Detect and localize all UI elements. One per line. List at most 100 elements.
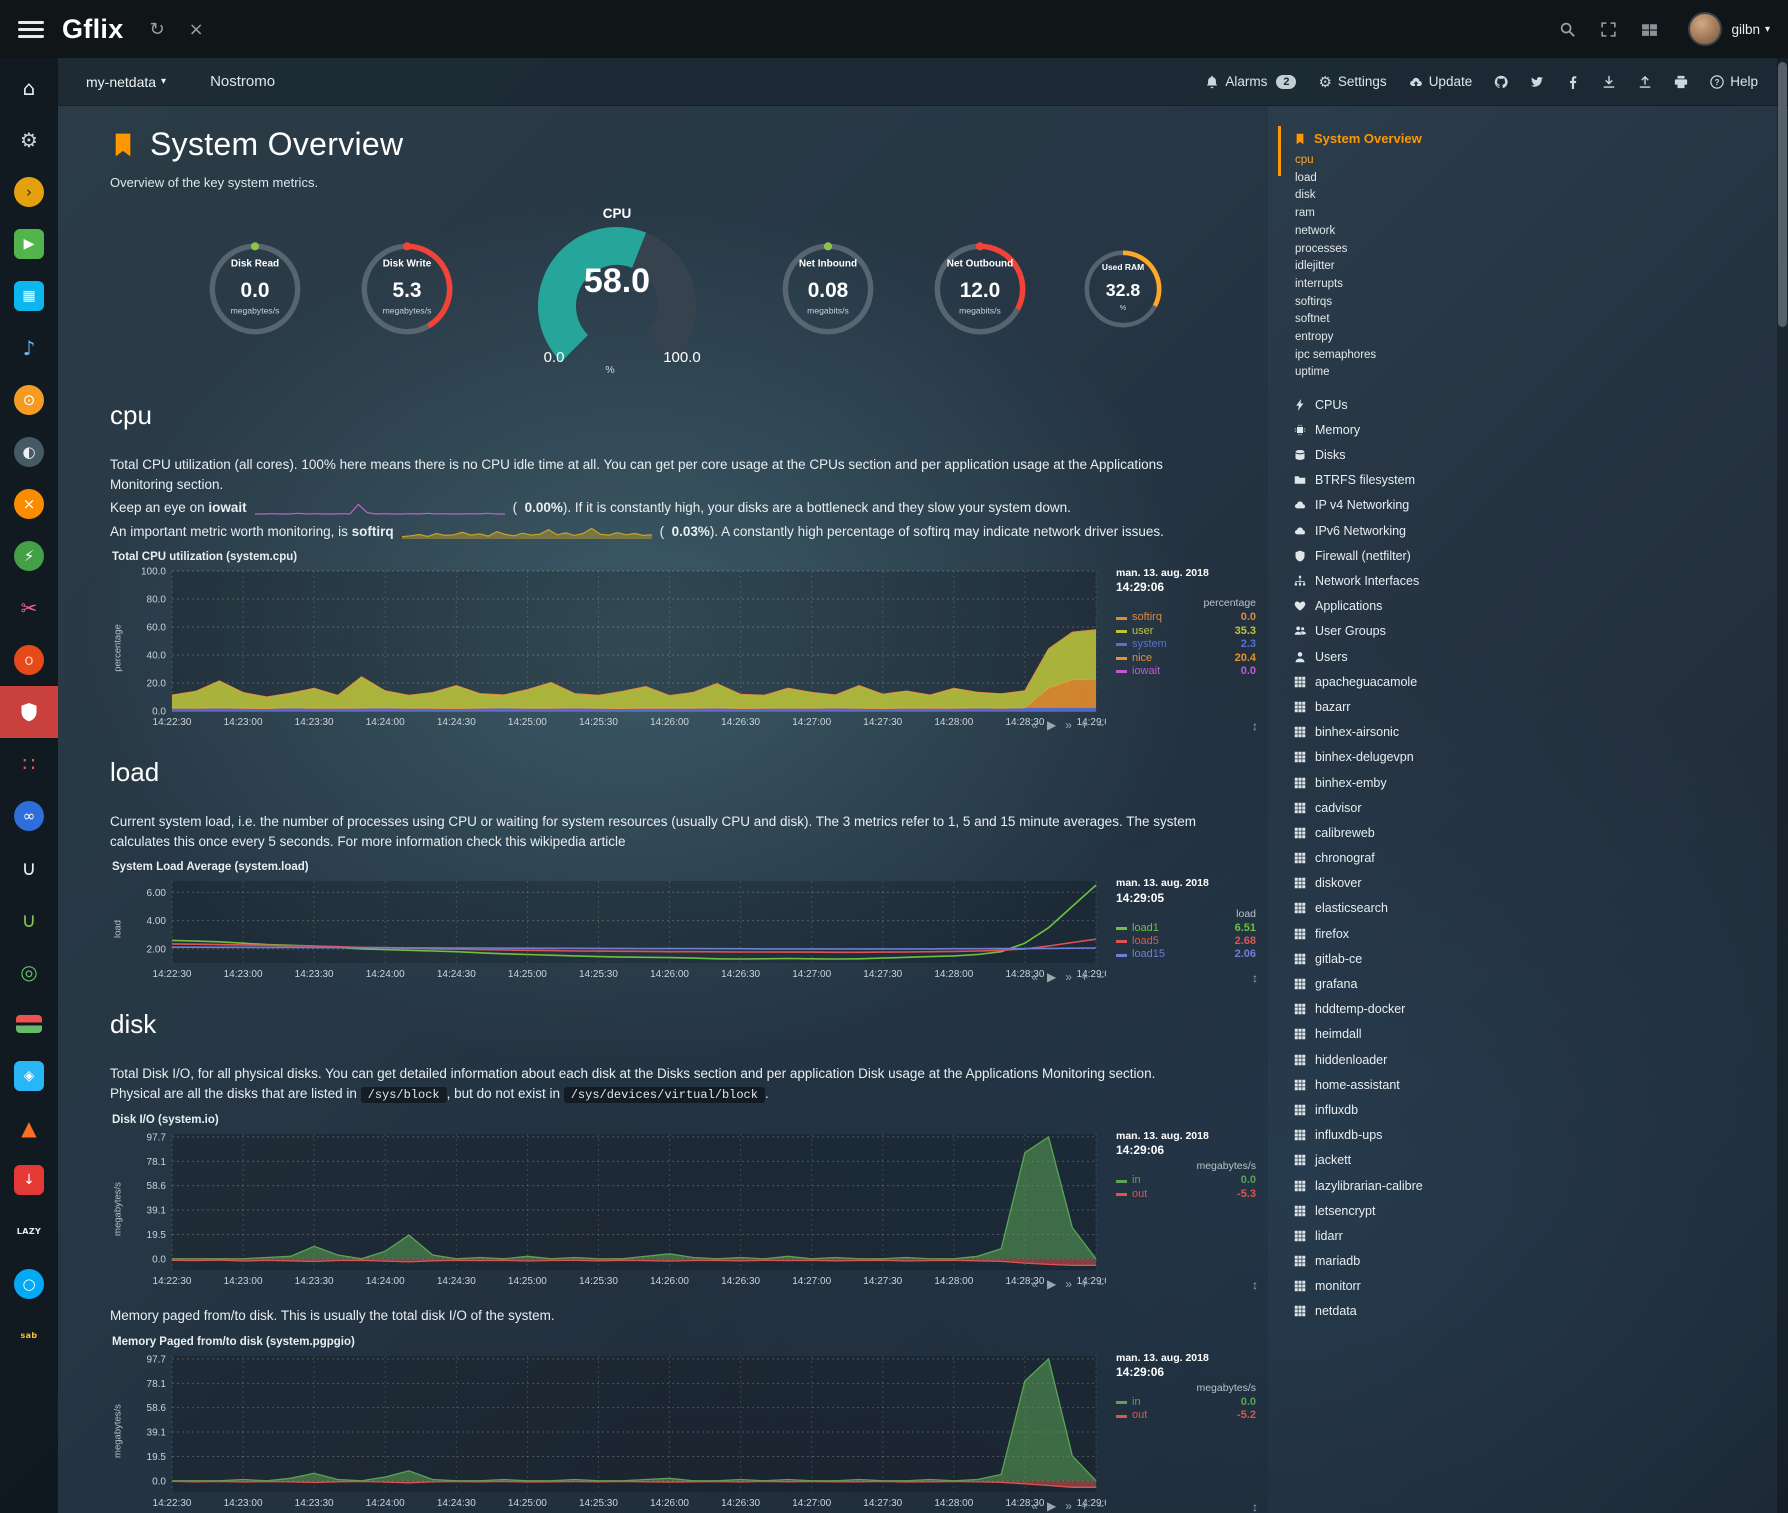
- chart-play-button[interactable]: ▶: [1047, 719, 1056, 731]
- chart-resize-handle[interactable]: ↕: [1252, 971, 1258, 985]
- legend-item-iowait[interactable]: iowait0.0: [1116, 665, 1256, 678]
- menu-app-jackett[interactable]: jackett: [1292, 1148, 1512, 1173]
- search-icon[interactable]: [1559, 21, 1576, 38]
- menu-app-lidarr[interactable]: lidarr: [1292, 1223, 1512, 1248]
- help-button[interactable]: ? Help: [1710, 74, 1758, 89]
- sidebar-app-app-green-bolt[interactable]: ⚡: [0, 530, 58, 582]
- chart-play-button[interactable]: ▶: [1047, 1278, 1056, 1290]
- chart-pan-back-button[interactable]: «: [1031, 1500, 1038, 1512]
- sidebar-app-lazylibrarian[interactable]: LAZY: [0, 1206, 58, 1258]
- chart-pan-forward-button[interactable]: »: [1065, 1278, 1072, 1290]
- menu-app-firefox[interactable]: firefox: [1292, 921, 1512, 946]
- hamburger-menu-button[interactable]: [18, 21, 44, 38]
- host-selector-dropdown[interactable]: my-netdata ▾: [86, 74, 166, 90]
- menu-section-disks[interactable]: Disks: [1292, 443, 1512, 468]
- chart-plot[interactable]: 14:22:3014:23:0014:23:3014:24:0014:24:30…: [126, 1128, 1106, 1290]
- menu-item-entropy[interactable]: entropy: [1295, 329, 1512, 347]
- sidebar-app-portainer[interactable]: ▦: [0, 270, 58, 322]
- menu-app-influxdb-ups[interactable]: influxdb-ups: [1292, 1123, 1512, 1148]
- chart-pan-back-button[interactable]: «: [1031, 971, 1038, 983]
- import-snapshot-button[interactable]: [1638, 75, 1652, 89]
- menu-item-softnet[interactable]: softnet: [1295, 311, 1512, 329]
- menu-app-diskover[interactable]: diskover: [1292, 871, 1512, 896]
- menu-app-elasticsearch[interactable]: elasticsearch: [1292, 896, 1512, 921]
- chart-resize-handle[interactable]: ↕: [1252, 719, 1258, 733]
- chart-pan-forward-button[interactable]: »: [1065, 971, 1072, 983]
- legend-item-in[interactable]: in0.0: [1116, 1174, 1256, 1187]
- menu-app-calibreweb[interactable]: calibreweb: [1292, 820, 1512, 845]
- chart-zoom-out-button[interactable]: −: [1097, 1278, 1104, 1290]
- chart-pan-forward-button[interactable]: »: [1065, 719, 1072, 731]
- chart-play-button[interactable]: ▶: [1047, 1500, 1056, 1512]
- menu-app-hddtemp-docker[interactable]: hddtemp-docker: [1292, 997, 1512, 1022]
- menu-item-disk[interactable]: disk: [1295, 187, 1512, 205]
- menu-item-load[interactable]: load: [1295, 170, 1512, 188]
- chart-play-button[interactable]: ▶: [1047, 971, 1056, 983]
- menu-item-interrupts[interactable]: interrupts: [1295, 276, 1512, 294]
- menu-item-ram[interactable]: ram: [1295, 205, 1512, 223]
- menu-app-letsencrypt[interactable]: letsencrypt: [1292, 1198, 1512, 1223]
- legend-item-softirq[interactable]: softirq0.0: [1116, 611, 1256, 624]
- menu-section-ip-v4-networking[interactable]: IP v4 Networking: [1292, 493, 1512, 518]
- page-scrollbar[interactable]: [1777, 58, 1788, 1513]
- sidebar-app-app-pills[interactable]: [0, 998, 58, 1050]
- sidebar-app-heimdall-app[interactable]: ◈: [0, 1050, 58, 1102]
- user-menu[interactable]: gilbn ▾: [1731, 22, 1770, 37]
- menu-app-binhex-emby[interactable]: binhex-emby: [1292, 770, 1512, 795]
- sidebar-app-home[interactable]: ⌂: [0, 62, 58, 114]
- scrollbar-thumb[interactable]: [1778, 62, 1787, 327]
- menu-system-overview[interactable]: System Overview: [1292, 128, 1512, 149]
- sidebar-app-search-app[interactable]: ⊙: [0, 374, 58, 426]
- legend-item-out[interactable]: out-5.3: [1116, 1188, 1256, 1201]
- sidebar-app-app-ring-green[interactable]: ◎: [0, 946, 58, 998]
- twitter-link[interactable]: [1530, 75, 1544, 89]
- legend-item-load1[interactable]: load16.51: [1116, 922, 1256, 935]
- sidebar-app-rutorrent[interactable]: ∷: [0, 738, 58, 790]
- menu-section-memory[interactable]: Memory: [1292, 417, 1512, 442]
- legend-item-system[interactable]: system2.3: [1116, 638, 1256, 651]
- menu-app-home-assistant[interactable]: home-assistant: [1292, 1072, 1512, 1097]
- close-tab-icon[interactable]: ×: [189, 19, 204, 40]
- sidebar-app-gitlab[interactable]: ▲: [0, 1102, 58, 1154]
- menu-item-softirqs[interactable]: softirqs: [1295, 294, 1512, 312]
- sidebar-app-app-u-green[interactable]: ∪: [0, 894, 58, 946]
- chart-zoom-in-button[interactable]: +: [1081, 719, 1088, 731]
- menu-app-influxdb[interactable]: influxdb: [1292, 1097, 1512, 1122]
- sidebar-app-app-deep-orange[interactable]: o: [0, 634, 58, 686]
- sidebar-app-settings[interactable]: ⚙: [0, 114, 58, 166]
- menu-app-chronograf[interactable]: chronograf: [1292, 846, 1512, 871]
- chart-pan-back-button[interactable]: «: [1031, 1278, 1038, 1290]
- sidebar-app-app-dark-circle[interactable]: ◐: [0, 426, 58, 478]
- menu-app-netdata[interactable]: netdata: [1292, 1299, 1512, 1324]
- menu-item-processes[interactable]: processes: [1295, 241, 1512, 259]
- menu-item-network[interactable]: network: [1295, 223, 1512, 241]
- sidebar-app-plex[interactable]: ›: [0, 166, 58, 218]
- chart-zoom-in-button[interactable]: +: [1081, 1500, 1088, 1512]
- menu-section-btrfs-filesystem[interactable]: BTRFS filesystem: [1292, 468, 1512, 493]
- menu-section-cpus[interactable]: CPUs: [1292, 392, 1512, 417]
- chart-plot[interactable]: 14:22:3014:23:0014:23:3014:24:0014:24:30…: [126, 875, 1106, 983]
- menu-app-mariadb[interactable]: mariadb: [1292, 1249, 1512, 1274]
- menu-app-bazarr[interactable]: bazarr: [1292, 694, 1512, 719]
- apps-grid-icon[interactable]: [1641, 21, 1658, 38]
- menu-section-network-interfaces[interactable]: Network Interfaces: [1292, 568, 1512, 593]
- menu-section-applications[interactable]: Applications: [1292, 594, 1512, 619]
- user-avatar[interactable]: [1688, 12, 1722, 46]
- menu-app-gitlab-ce[interactable]: gitlab-ce: [1292, 946, 1512, 971]
- sidebar-app-app-scissors[interactable]: ✂: [0, 582, 58, 634]
- legend-item-load15[interactable]: load152.06: [1116, 948, 1256, 961]
- menu-app-binhex-delugevpn[interactable]: binhex-delugevpn: [1292, 745, 1512, 770]
- chart-zoom-out-button[interactable]: −: [1097, 971, 1104, 983]
- legend-item-user[interactable]: user35.3: [1116, 625, 1256, 638]
- menu-section-users[interactable]: Users: [1292, 644, 1512, 669]
- menu-app-heimdall[interactable]: heimdall: [1292, 1022, 1512, 1047]
- memory-paged-chart[interactable]: Memory Paged from/to disk (system.pgpgio…: [110, 1336, 1258, 1512]
- chart-pan-back-button[interactable]: «: [1031, 719, 1038, 731]
- sidebar-app-sabnzbd[interactable]: sab: [0, 1310, 58, 1362]
- chart-zoom-in-button[interactable]: +: [1081, 1278, 1088, 1290]
- chart-resize-handle[interactable]: ↕: [1252, 1278, 1258, 1292]
- chart-plot[interactable]: 14:22:3014:23:0014:23:3014:24:0014:24:30…: [126, 1350, 1106, 1512]
- menu-section-firewall-netfilter-[interactable]: Firewall (netfilter): [1292, 543, 1512, 568]
- menu-item-ipc-semaphores[interactable]: ipc semaphores: [1295, 347, 1512, 365]
- sidebar-app-airsonic[interactable]: ♪: [0, 322, 58, 374]
